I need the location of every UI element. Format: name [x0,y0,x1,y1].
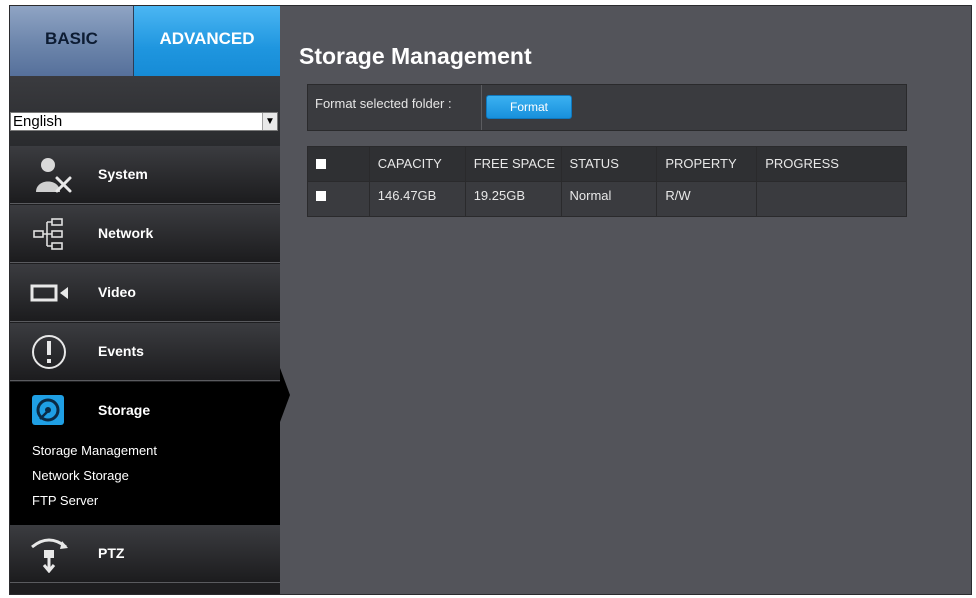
select-all-cell [307,146,370,182]
subnav-storage-management[interactable]: Storage Management [32,443,157,458]
alert-icon [32,335,66,369]
app-frame: BASIC ADVANCED English ▼ System Network … [9,5,972,595]
table-row[interactable]: 146.47GB 19.25GB Normal R/W [307,181,907,217]
sidebar-item-label: Network [98,225,154,241]
row-checkbox[interactable] [316,191,326,201]
ptz-icon [31,538,68,573]
format-panel: Format selected folder : Format [307,84,907,131]
mode-tabs: BASIC ADVANCED [10,6,280,76]
sidebar-item-network[interactable]: Network [10,205,280,263]
sidebar-item-ptz[interactable]: PTZ [10,525,280,583]
network-icon [33,218,63,250]
column-header: CAPACITY [368,146,466,182]
subnav-ftp-server[interactable]: FTP Server [32,493,98,508]
subnav-network-storage[interactable]: Network Storage [32,468,129,483]
column-header: STATUS [560,146,658,182]
status-cell: Normal [560,181,658,217]
video-camera-icon [30,284,68,302]
storage-icon [32,395,64,425]
capacity-cell: 146.47GB [368,181,466,217]
storage-table: CAPACITY FREE SPACE STATUS PROPERTY PROG… [307,146,907,217]
property-cell: R/W [656,181,758,217]
active-item-pointer [280,368,290,422]
sidebar-item-label: PTZ [98,545,125,561]
language-area: English ▼ [10,76,280,146]
tab-advanced[interactable]: ADVANCED [134,6,280,76]
tab-basic[interactable]: BASIC [10,6,134,76]
format-label: Format selected folder : [308,85,482,130]
sidebar-item-label: Video [98,284,136,300]
language-select[interactable]: English ▼ [10,112,278,131]
sidebar: BASIC ADVANCED English ▼ System Network … [10,6,280,594]
column-header: PROPERTY [656,146,758,182]
language-selected: English [13,113,63,130]
table-header-row: CAPACITY FREE SPACE STATUS PROPERTY PROG… [307,146,907,182]
sidebar-item-storage[interactable]: Storage Storage Management Network Stora… [10,382,280,532]
select-all-checkbox[interactable] [316,159,326,169]
sidebar-item-system[interactable]: System [10,146,280,204]
sidebar-item-label: System [98,166,148,182]
free-space-cell: 19.25GB [464,181,562,217]
column-header: PROGRESS [756,146,907,182]
row-select-cell [307,181,370,217]
sidebar-item-video[interactable]: Video [10,264,280,322]
system-admin-icon [36,158,72,193]
format-button[interactable]: Format [486,95,572,119]
sidebar-item-events[interactable]: Events [10,323,280,381]
chevron-down-icon[interactable]: ▼ [262,113,277,130]
sidebar-item-label: Storage [98,402,151,418]
progress-cell [756,181,907,217]
page-title: Storage Management [299,43,532,69]
column-header: FREE SPACE [464,146,562,182]
sidebar-item-label: Events [98,343,144,359]
